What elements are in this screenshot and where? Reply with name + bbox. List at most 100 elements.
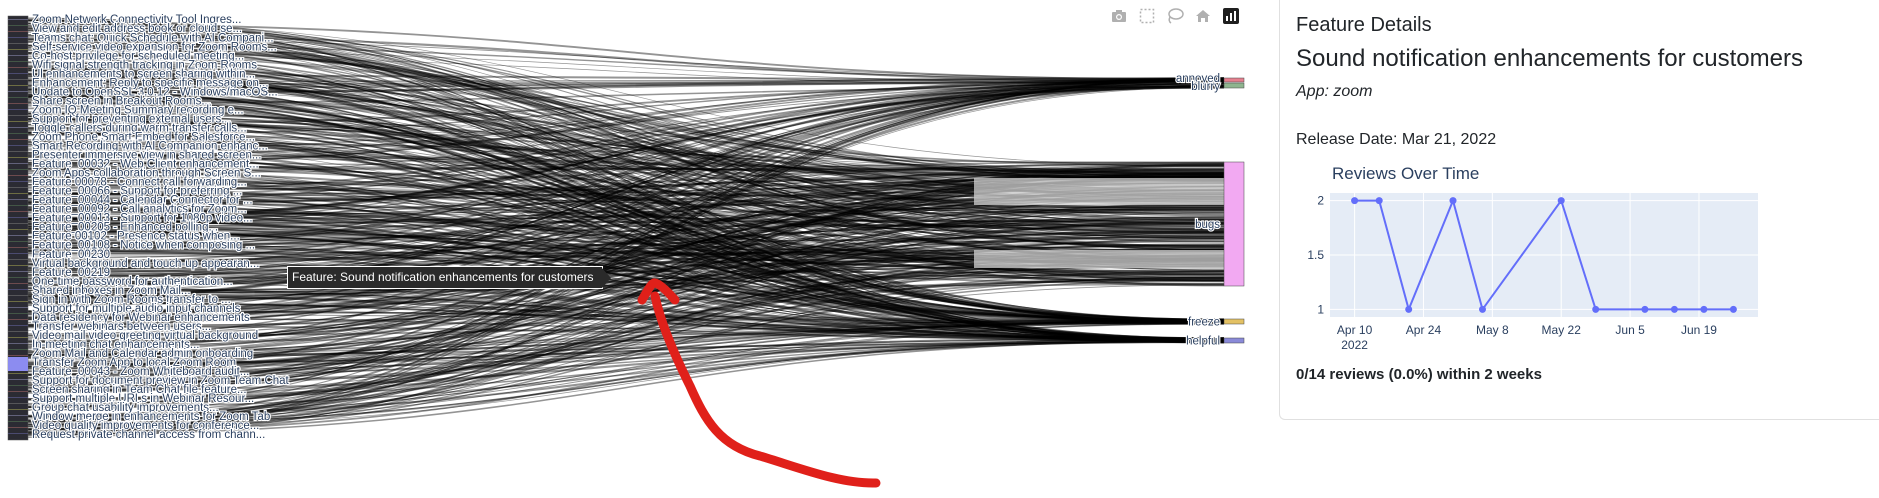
camera-icon[interactable] [1110, 8, 1128, 24]
source-node-stripe [8, 49, 28, 50]
source-node-stripe [8, 127, 28, 128]
source-node-stripe [8, 133, 28, 134]
source-node-stripe [8, 253, 28, 254]
release-date: Release Date: Mar 21, 2022 [1296, 131, 1497, 148]
source-node-stripe [8, 379, 28, 380]
source-node-stripe [8, 199, 28, 200]
source-node-stripe [8, 415, 28, 416]
source-node-stripe [8, 187, 28, 188]
feature-title: Sound notification enhancements for cust… [1296, 45, 1803, 72]
sankey-link-band [974, 250, 1224, 268]
source-node-stripe [8, 121, 28, 122]
target-label: blurry [1191, 81, 1220, 93]
source-node-stripe [8, 343, 28, 344]
source-node-highlight[interactable] [8, 357, 28, 371]
data-point[interactable] [1351, 197, 1359, 205]
x-tick-label: Apr 10 [1337, 323, 1373, 337]
box-select-icon[interactable] [1138, 8, 1156, 24]
source-node-stripe [8, 37, 28, 38]
data-point[interactable] [1449, 197, 1457, 205]
source-node-stripe [8, 181, 28, 182]
source-node-stripe [8, 277, 28, 278]
source-node-stripe [8, 205, 28, 206]
x-year-label: 2022 [1341, 338, 1368, 352]
source-node-stripe [8, 55, 28, 56]
review-summary: 0/14 reviews (0.0%) within 2 weeks [1296, 366, 1542, 383]
data-point[interactable] [1375, 197, 1383, 205]
source-node-stripe [8, 433, 28, 434]
target-node-bugs[interactable] [1223, 161, 1245, 287]
sankey-svg[interactable]: Zoom Network Connectivity Tool Ingres...… [0, 0, 1270, 498]
source-node-stripe [8, 79, 28, 80]
source-node-stripe [8, 145, 28, 146]
target-node-freeze[interactable] [1223, 318, 1245, 325]
data-point[interactable] [1670, 305, 1678, 313]
sankey-link-band [974, 178, 1224, 205]
source-node-stripe [8, 25, 28, 26]
source-node-stripe [8, 427, 28, 428]
source-node-stripe [8, 283, 28, 284]
data-point[interactable] [1557, 197, 1565, 205]
source-node-stripe [8, 193, 28, 194]
target-label: helpful [1186, 336, 1220, 348]
feature-details-panel: Feature Details Sound notification enhan… [1279, 0, 1879, 420]
target-node-helpful[interactable] [1223, 337, 1245, 344]
source-node-stripe [8, 103, 28, 104]
source-node-stripe [8, 325, 28, 326]
source-node-stripe [8, 319, 28, 320]
source-node-stripe [8, 157, 28, 158]
target-node-annoyed[interactable] [1223, 77, 1245, 83]
lasso-icon[interactable] [1166, 8, 1184, 24]
hover-tooltip: Feature: Sound notification enhancements… [287, 266, 610, 289]
source-node-stripe [8, 403, 28, 404]
data-point[interactable] [1479, 305, 1486, 313]
source-node-stripe [8, 211, 28, 212]
source-node-stripe [8, 355, 28, 356]
chart-title: Reviews Over Time [1332, 164, 1479, 183]
source-node-stripe [8, 31, 28, 32]
source-node-stripe [8, 331, 28, 332]
home-icon[interactable] [1194, 8, 1212, 24]
data-point[interactable] [1700, 305, 1708, 313]
source-node-stripe [8, 175, 28, 176]
sankey-chart[interactable]: Zoom Network Connectivity Tool Ingres...… [0, 0, 1270, 498]
data-point[interactable] [1592, 305, 1600, 313]
y-tick-label: 1 [1317, 302, 1324, 316]
source-node-stripe [8, 373, 28, 374]
y-tick-label: 1.5 [1307, 248, 1324, 262]
y-tick-label: 2 [1317, 194, 1324, 208]
x-tick-label: May 8 [1476, 323, 1509, 337]
target-node-blurry[interactable] [1223, 82, 1245, 89]
feature-app: App: zoom [1296, 83, 1373, 100]
plot-modebar [1110, 8, 1240, 24]
source-node-stripe [8, 385, 28, 386]
data-point[interactable] [1729, 305, 1737, 313]
source-node-stripe [8, 97, 28, 98]
source-node-stripe [8, 337, 28, 338]
source-node-stripe [8, 85, 28, 86]
source-node-stripe [8, 217, 28, 218]
x-tick-label: Jun 19 [1681, 323, 1717, 337]
source-node-stripe [8, 61, 28, 62]
source-node-stripe [8, 421, 28, 422]
panel-heading: Feature Details [1296, 14, 1432, 36]
source-node-stripe [8, 301, 28, 302]
source-labels: Zoom Network Connectivity Tool Ingres...… [31, 13, 291, 442]
source-node-stripe [8, 223, 28, 224]
source-label: Request private channel access from chan… [32, 429, 265, 441]
source-node-stripe [8, 295, 28, 296]
source-node-stripe [8, 391, 28, 392]
source-node-stripe [8, 91, 28, 92]
data-point[interactable] [1405, 305, 1413, 313]
reviews-over-time-chart[interactable]: Reviews Over Time Apr 102022 Apr 24 May 8 Ma… [1294, 155, 1764, 355]
source-node-stripe [8, 115, 28, 116]
source-node-stripe [8, 235, 28, 236]
source-node-stripe [8, 73, 28, 74]
source-node-stripe [8, 163, 28, 164]
source-node-stripe [8, 229, 28, 230]
source-node-stripe [8, 67, 28, 68]
source-node-column[interactable] [7, 15, 29, 441]
plotly-logo-icon[interactable] [1222, 8, 1240, 24]
source-node-stripe [8, 247, 28, 248]
data-point[interactable] [1641, 305, 1649, 313]
